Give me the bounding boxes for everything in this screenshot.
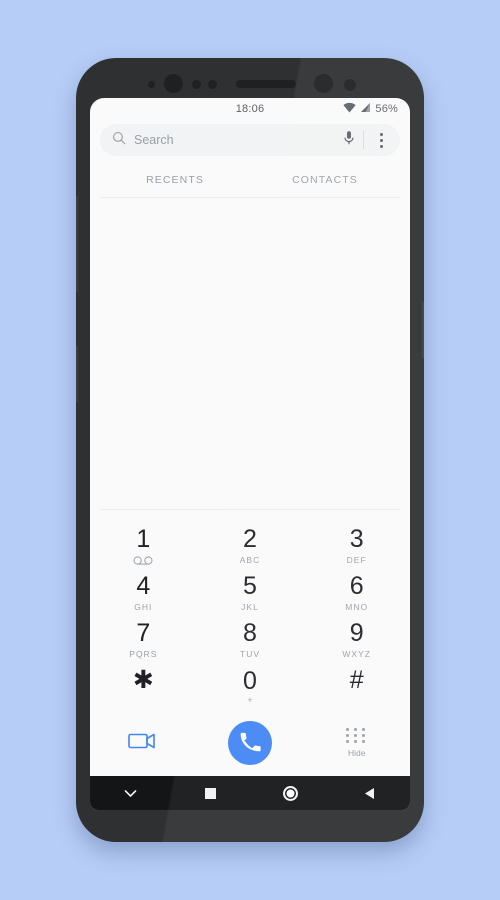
dialpad-row: 7 PQRS 8 TUV 9 WXYZ [90, 616, 410, 663]
cellular-signal-icon [360, 102, 371, 116]
dial-key-digit: 3 [349, 524, 364, 553]
dial-key-letters: PQRS [129, 648, 158, 659]
light-sensor-icon [192, 80, 201, 89]
nav-hide-keyboard-button[interactable] [90, 789, 170, 798]
search-icon [112, 131, 126, 150]
iris-scanner-icon [314, 74, 333, 93]
volume-button[interactable] [76, 196, 78, 292]
video-call-button[interactable] [90, 731, 197, 756]
dial-key-digit: ✱ [132, 665, 154, 694]
dialpad: 1 2 ABC 3 DEF 4 GHI 5 JKL 6 MNO 7 PQRS 8… [90, 510, 410, 714]
dial-key-digit: 6 [349, 571, 364, 600]
triangle-left-icon [365, 787, 374, 799]
infrared-sensor-icon [208, 80, 217, 89]
dial-key-7[interactable]: 7 PQRS [90, 616, 197, 663]
dial-key-0[interactable]: 0 + [197, 663, 304, 710]
tab-bar: RECENTS CONTACTS [100, 162, 400, 198]
dial-key-letters: DEF [346, 554, 367, 565]
dial-key-digit: # [349, 665, 364, 694]
dial-key-hash[interactable]: # [303, 663, 410, 710]
android-navigation-bar [90, 776, 410, 810]
device-bottom-bezel [76, 808, 424, 842]
dial-key-digit: 4 [136, 571, 151, 600]
dial-key-digit: 7 [136, 618, 151, 647]
earpiece-speaker-icon [236, 80, 296, 88]
dial-key-digit: 2 [243, 524, 257, 553]
device-frame: 18:06 56% Search RECENTS CONTACTS 1 2 AB… [76, 58, 424, 842]
nav-recents-button[interactable] [170, 787, 250, 799]
dial-key-2[interactable]: 2 ABC [197, 522, 304, 569]
circle-icon [282, 785, 298, 801]
dialpad-dots-icon [346, 728, 367, 743]
dial-key-5[interactable]: 5 JKL [197, 569, 304, 616]
video-call-icon [128, 731, 158, 756]
chevron-down-icon [124, 789, 136, 797]
power-button[interactable] [422, 302, 424, 358]
tab-contacts[interactable]: CONTACTS [250, 162, 400, 197]
wifi-icon [343, 102, 356, 116]
tab-recents[interactable]: RECENTS [100, 162, 250, 197]
nav-back-button[interactable] [330, 787, 410, 800]
square-icon [204, 787, 216, 799]
search-input[interactable] [134, 133, 335, 147]
dial-key-4[interactable]: 4 GHI [90, 569, 197, 616]
dial-key-digit: 5 [243, 571, 257, 600]
device-top-bezel [76, 58, 424, 102]
status-icons: 56% [343, 102, 398, 116]
call-button-cell [197, 721, 304, 765]
dial-key-8[interactable]: 8 TUV [197, 616, 304, 663]
dial-key-digit: 0 [243, 666, 257, 695]
dial-key-6[interactable]: 6 MNO [303, 569, 410, 616]
dialpad-row: 4 GHI 5 JKL 6 MNO [90, 569, 410, 616]
battery-percent-label: 56% [375, 103, 398, 115]
dialpad-row: 1 2 ABC 3 DEF [90, 522, 410, 569]
dial-key-9[interactable]: 9 WXYZ [303, 616, 410, 663]
dial-key-letters: TUV [240, 648, 260, 659]
nav-home-button[interactable] [250, 785, 330, 801]
hide-dialpad-label: Hide [347, 748, 366, 758]
overflow-menu-icon[interactable] [372, 131, 390, 150]
dial-key-star[interactable]: ✱ [90, 663, 197, 710]
voicemail-icon [133, 555, 153, 565]
microphone-icon[interactable] [343, 130, 355, 151]
dial-key-digit: 9 [349, 618, 364, 647]
search-bar[interactable] [100, 124, 400, 156]
dial-key-letters: WXYZ [342, 648, 371, 659]
recents-list-empty [100, 198, 400, 510]
status-bar: 18:06 56% [90, 98, 410, 120]
dial-key-digit: 1 [136, 524, 151, 553]
dial-key-letters: ABC [239, 554, 261, 565]
dial-key-letters: JKL [241, 601, 259, 612]
dial-key-letters: GHI [134, 601, 153, 612]
phone-screen: 18:06 56% Search RECENTS CONTACTS 1 2 AB… [90, 98, 410, 810]
dial-key-1[interactable]: 1 [90, 522, 197, 569]
secondary-sensor-icon [344, 79, 356, 91]
dial-key-3[interactable]: 3 DEF [303, 522, 410, 569]
dialer-action-bar: Hide [90, 714, 410, 776]
search-bar-container [90, 120, 410, 162]
assistant-button[interactable] [76, 346, 78, 402]
hide-dialpad-button[interactable]: Hide [303, 728, 410, 758]
dial-key-digit: 8 [243, 618, 257, 647]
proximity-sensor-icon [148, 81, 155, 88]
front-camera-icon [164, 74, 183, 93]
dial-key-plus: + [247, 694, 253, 705]
dialpad-row: ✱ 0 + # [90, 663, 410, 710]
search-bar-divider [363, 131, 364, 149]
call-button[interactable] [228, 721, 272, 765]
phone-call-icon [239, 731, 261, 756]
dial-key-letters: MNO [345, 601, 369, 612]
